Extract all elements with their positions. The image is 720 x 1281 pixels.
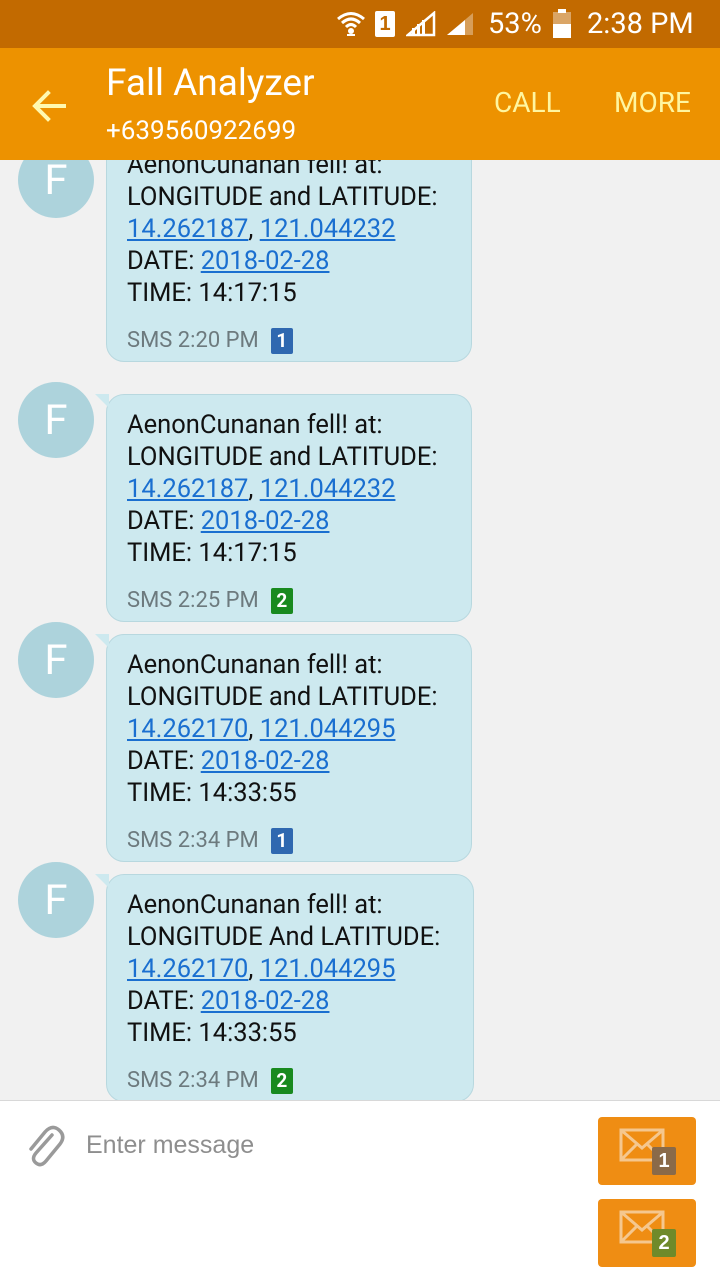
signal-strength-sim2-icon [445,0,475,48]
message-timestamp: SMS 2:25 PM [127,588,259,613]
signal-strength-sim1-icon [406,0,438,48]
back-arrow-icon[interactable] [28,86,68,126]
date-label: DATE: [127,746,195,776]
sim-indicator-icon: 1 [375,0,395,48]
message-line: LONGITUDE and LATITUDE: [127,682,438,712]
bubble-tail [95,634,109,648]
contact-avatar[interactable]: F [18,160,94,218]
coordinate-separator: , [248,954,254,984]
sim-1-badge: 1 [652,1147,676,1175]
clock: 2:38 PM [587,7,694,41]
sim-slot-number: 1 [375,11,395,37]
coordinates-line: 14.262170, 121.044295 [127,953,453,985]
message-meta: SMS 2:20 PM 1 [127,321,451,361]
message-timestamp: SMS 2:20 PM [127,328,259,353]
date-label: DATE: [127,246,195,276]
coordinates-line: 14.262170, 121.044295 [127,713,451,745]
message-list[interactable]: F AenonCunanan fell! at: LONGITUDE and L… [0,160,720,1100]
message-timestamp: SMS 2:34 PM [127,828,259,853]
time-label: TIME: [127,1018,193,1048]
contact-avatar[interactable]: F [18,862,94,938]
time-value: 14:33:55 [198,1018,297,1048]
bubble-tail [95,394,109,408]
message-bubble[interactable]: AenonCunanan fell! at: LONGITUDE and LAT… [95,394,472,622]
time-line: TIME: 14:17:15 [127,537,451,569]
latitude-link[interactable]: 14.262170 [127,714,248,744]
coordinate-separator: , [248,714,254,744]
date-line: DATE: 2018-02-28 [127,245,451,277]
sim-card-icon: 2 [270,1068,293,1094]
date-link[interactable]: 2018-02-28 [201,986,330,1016]
message-line: AenonCunanan fell! at: [127,650,383,680]
message-meta: SMS 2:25 PM 2 [127,581,451,621]
battery-icon [552,0,572,48]
sim-card-icon: 1 [270,828,293,854]
time-label: TIME: [127,778,193,808]
time-line: TIME: 14:33:55 [127,1017,453,1049]
contact-avatar[interactable]: F [18,382,94,458]
date-line: DATE: 2018-02-28 [127,985,453,1017]
message-line: AenonCunanan fell! at: [127,890,383,920]
message-bubble[interactable]: AenonCunanan fell! at: LONGITUDE and LAT… [95,634,472,862]
message-timestamp: SMS 2:34 PM [127,1068,259,1093]
app-bar: Fall Analyzer +639560922699 CALL MORE [0,48,720,160]
battery-percentage: 53% [488,7,542,41]
date-line: DATE: 2018-02-28 [127,505,451,537]
time-value: 14:33:55 [198,778,297,808]
message-composer: 1 2 [0,1100,720,1281]
bubble-tail [95,874,109,888]
coordinates-line: 14.262187, 121.044232 [127,473,451,505]
time-label: TIME: [127,538,193,568]
time-line: TIME: 14:33:55 [127,777,451,809]
wifi-icon [336,0,366,48]
time-value: 14:17:15 [198,278,297,308]
longitude-link[interactable]: 121.044232 [260,214,396,244]
message-meta: SMS 2:34 PM 1 [127,821,451,861]
time-line: TIME: 14:17:15 [127,277,451,309]
date-link[interactable]: 2018-02-28 [201,746,330,776]
longitude-link[interactable]: 121.044295 [260,954,396,984]
longitude-link[interactable]: 121.044232 [260,474,396,504]
message-line: AenonCunanan fell! at: [127,160,383,180]
conversation-title: Fall Analyzer [106,62,315,105]
sim-2-badge: 2 [652,1229,676,1257]
date-label: DATE: [127,506,195,536]
message-line: AenonCunanan fell! at: [127,410,383,440]
coordinate-separator: , [248,214,254,244]
send-sim2-button[interactable]: 2 [598,1199,696,1267]
contact-phone-number: +639560922699 [106,116,297,146]
paperclip-attach-icon[interactable] [22,1121,66,1169]
date-link[interactable]: 2018-02-28 [201,246,330,276]
message-meta: SMS 2:34 PM 2 [127,1061,453,1100]
call-button[interactable]: CALL [494,86,561,119]
date-line: DATE: 2018-02-28 [127,745,451,777]
send-sim1-button[interactable]: 1 [598,1117,696,1185]
sim-card-icon: 1 [270,328,293,354]
latitude-link[interactable]: 14.262170 [127,954,248,984]
coordinates-line: 14.262187, 121.044232 [127,213,451,245]
message-input[interactable] [84,1123,568,1167]
latitude-link[interactable]: 14.262187 [127,214,248,244]
message-line: LONGITUDE And LATITUDE: [127,922,441,952]
date-link[interactable]: 2018-02-28 [201,506,330,536]
contact-avatar[interactable]: F [18,622,94,698]
more-button[interactable]: MORE [614,86,691,119]
date-label: DATE: [127,986,195,1016]
time-label: TIME: [127,278,193,308]
time-value: 14:17:15 [198,538,297,568]
longitude-link[interactable]: 121.044295 [260,714,396,744]
status-bar: 1 53% 2:38 PM [0,0,720,48]
message-line: LONGITUDE and LATITUDE: [127,442,438,472]
message-bubble[interactable]: AenonCunanan fell! at: LONGITUDE and LAT… [106,160,472,362]
message-line: LONGITUDE and LATITUDE: [127,182,438,212]
message-bubble[interactable]: AenonCunanan fell! at: LONGITUDE And LAT… [95,874,474,1100]
coordinate-separator: , [248,474,254,504]
latitude-link[interactable]: 14.262187 [127,474,248,504]
sim-card-icon: 2 [270,588,293,614]
